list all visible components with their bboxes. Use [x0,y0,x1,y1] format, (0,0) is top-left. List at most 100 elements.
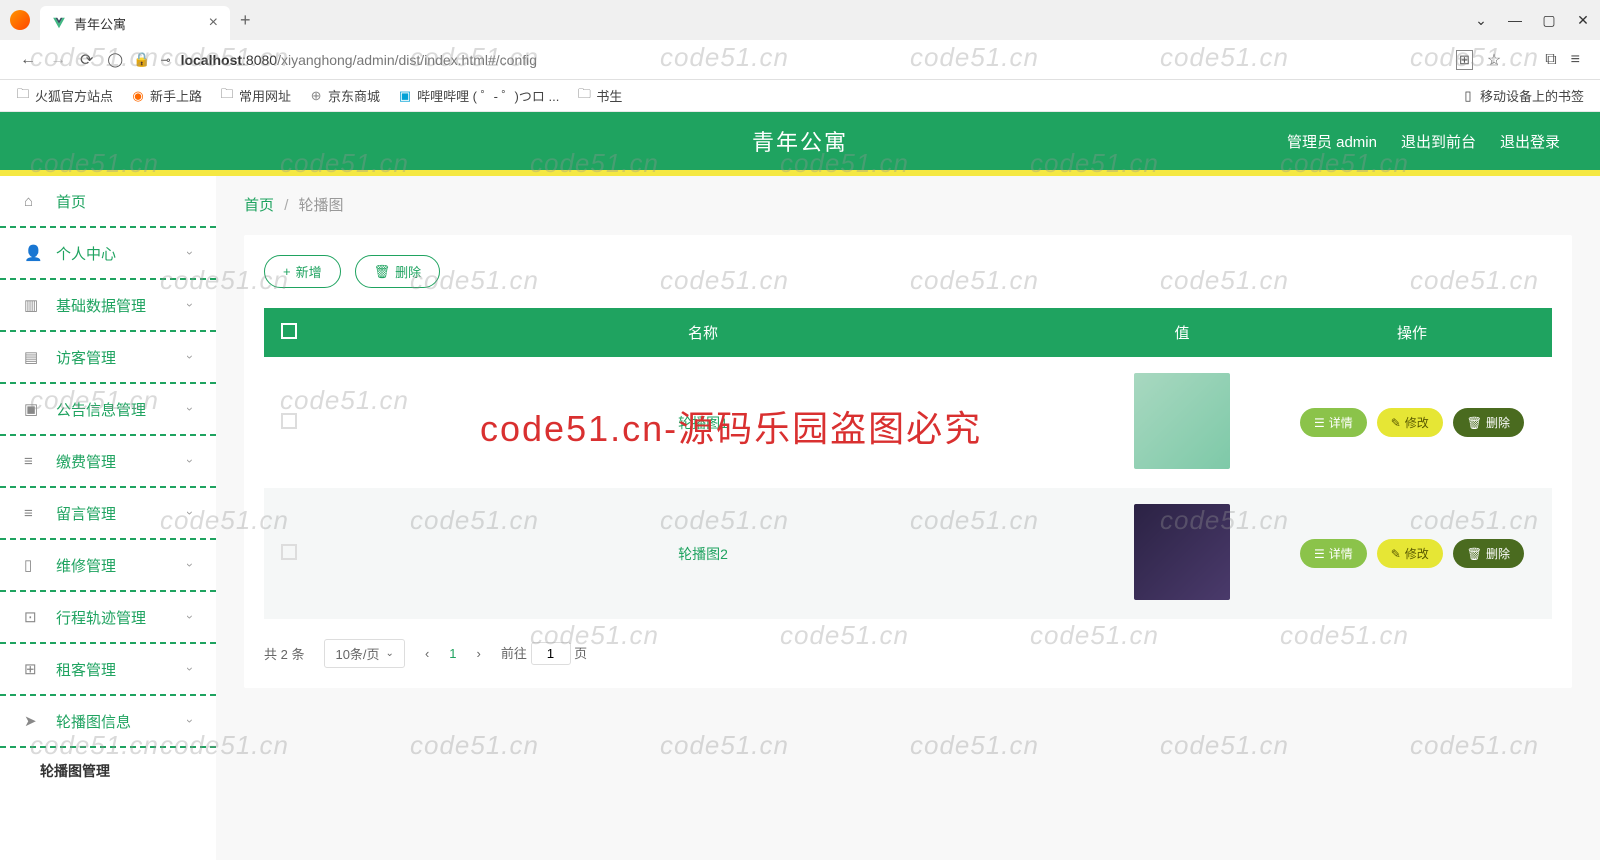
chevron-down-icon: › [183,251,197,255]
content-panel: +新增 🗑删除 名称 值 操作 轮播图1 [244,235,1572,688]
app-title: 青年公寓 [752,125,848,157]
bookmark-item[interactable]: ◉新手上路 [131,86,202,105]
sidebar-item-home[interactable]: ⌂首页 [0,176,216,228]
detail-button[interactable]: ☰详情 [1300,408,1367,437]
tab-close-icon[interactable]: × [209,14,218,32]
prev-page-icon[interactable]: ‹ [425,646,429,661]
data-table: 名称 值 操作 轮播图1 ☰详情 ✎修改 � [264,308,1552,619]
tenant-icon: ⊞ [24,660,42,678]
chevron-down-icon: › [183,563,197,567]
back-icon[interactable]: ← [20,51,36,69]
data-icon: ▥ [24,296,42,314]
row-delete-button[interactable]: 🗑删除 [1453,539,1524,568]
sidebar-item-notice[interactable]: ▣公告信息管理› [0,384,216,436]
sidebar-item-track[interactable]: ⊡行程轨迹管理› [0,592,216,644]
maximize-icon[interactable]: ▢ [1542,12,1556,29]
chevron-down-icon: › [183,667,197,671]
folder-icon: 🗀 [16,89,30,103]
vue-icon [52,16,66,30]
breadcrumb-home[interactable]: 首页 [244,197,274,214]
col-value: 值 [1092,308,1272,357]
tab-title: 青年公寓 [74,14,126,33]
page-total: 共 2 条 [264,644,304,663]
edit-button[interactable]: ✎修改 [1377,408,1443,437]
chevron-down-icon: ⌄ [386,648,394,659]
next-page-icon[interactable]: › [477,646,481,661]
breadcrumb: 首页 / 轮播图 [244,194,1572,215]
logout-link[interactable]: 退出登录 [1500,131,1560,152]
edit-icon: ✎ [1391,416,1401,430]
bookmarks-bar: 🗀火狐官方站点 ◉新手上路 🗀常用网址 ⊕京东商城 ▣哔哩哔哩 ( ゜- ゜)つ… [0,80,1600,112]
bookmark-item[interactable]: ⊕京东商城 [309,86,380,105]
thumbnail-image[interactable] [1134,504,1230,600]
sidebar-item-tenant[interactable]: ⊞租客管理› [0,644,216,696]
row-delete-button[interactable]: 🗑删除 [1453,408,1524,437]
cell-name: 轮播图1 [314,357,1092,488]
bookmark-item[interactable]: 🗀书生 [577,86,622,105]
send-icon: ➤ [24,712,42,730]
exit-front-link[interactable]: 退出到前台 [1401,131,1476,152]
row-checkbox[interactable] [281,544,297,560]
user-icon: 👤 [24,244,42,262]
browser-tab-strip: 青年公寓 × + ⌄ — ▢ ✕ [0,0,1600,40]
sidebar: ⌂首页 👤个人中心› ▥基础数据管理› ▤访客管理› ▣公告信息管理› ≡缴费管… [0,176,216,860]
mobile-icon: ▯ [1461,89,1475,103]
bookmark-item[interactable]: 🗀火狐官方站点 [16,86,113,105]
edit-button[interactable]: ✎修改 [1377,539,1443,568]
detail-button[interactable]: ☰详情 [1300,539,1367,568]
sidebar-item-visitor[interactable]: ▤访客管理› [0,332,216,384]
lock-icon[interactable]: 🔒 [133,51,150,68]
close-window-icon[interactable]: ✕ [1576,12,1590,29]
bookmark-item[interactable]: ▣哔哩哔哩 ( ゜- ゜)つロ ... [398,86,559,105]
forward-icon[interactable]: → [50,51,66,69]
add-button[interactable]: +新增 [264,255,341,288]
minimize-icon[interactable]: — [1508,12,1522,29]
browser-tab[interactable]: 青年公寓 × [40,6,230,40]
cell-name: 轮播图2 [314,488,1092,619]
bookmark-star-icon[interactable]: ☆ [1487,50,1501,70]
repair-icon: ▯ [24,556,42,574]
thumbnail-image[interactable] [1134,373,1230,469]
col-actions: 操作 [1272,308,1552,357]
caret-down-icon[interactable]: ⌄ [1474,12,1488,29]
delete-button[interactable]: 🗑删除 [355,255,441,288]
track-icon: ⊡ [24,608,42,626]
select-all-checkbox[interactable] [281,323,297,339]
main-content: 首页 / 轮播图 +新增 🗑删除 名称 值 操作 [216,176,1600,860]
reload-icon[interactable]: ⟳ [80,50,93,70]
sidebar-item-message[interactable]: ≡留言管理› [0,488,216,540]
qr-icon[interactable]: ⊞ [1456,50,1473,70]
new-tab-button[interactable]: + [240,10,251,31]
sidebar-item-carousel[interactable]: ➤轮播图信息› [0,696,216,748]
sidebar-sub-carousel-manage[interactable]: 轮播图管理 [0,748,216,794]
window-controls: ⌄ — ▢ ✕ [1474,12,1590,29]
extensions-icon[interactable]: ⧉ [1545,51,1556,69]
goto-page-input[interactable] [531,642,571,665]
admin-label[interactable]: 管理员 admin [1287,131,1377,152]
table-row: 轮播图1 ☰详情 ✎修改 🗑删除 [264,357,1552,488]
home-icon: ⌂ [24,193,42,210]
sidebar-item-repair[interactable]: ▯维修管理› [0,540,216,592]
page-size-select[interactable]: 10条/页⌄ [324,639,404,668]
trash-icon: 🗑 [1467,416,1482,430]
plus-icon: + [283,264,291,279]
chevron-down-icon: › [183,459,197,463]
message-icon: ≡ [24,505,42,522]
folder-icon: 🗀 [220,89,234,103]
sidebar-item-basedata[interactable]: ▥基础数据管理› [0,280,216,332]
page-number[interactable]: 1 [449,646,456,661]
shield-icon[interactable]: ◯ [107,51,123,68]
chevron-down-icon: › [183,719,197,723]
sidebar-item-profile[interactable]: 👤个人中心› [0,228,216,280]
table-row: 轮播图2 ☰详情 ✎修改 🗑删除 [264,488,1552,619]
doc-icon: ☰ [1314,547,1325,561]
breadcrumb-current: 轮播图 [299,197,344,214]
mobile-bookmarks[interactable]: ▯移动设备上的书签 [1461,86,1584,105]
sidebar-item-payment[interactable]: ≡缴费管理› [0,436,216,488]
row-checkbox[interactable] [281,413,297,429]
bookmark-item[interactable]: 🗀常用网址 [220,86,291,105]
url-bar[interactable]: ◯ 🔒 ⊸ localhost:8080/xiyanghong/admin/di… [107,51,1442,68]
permission-icon: ⊸ [161,53,171,67]
doc-icon: ☰ [1314,416,1325,430]
menu-icon[interactable]: ≡ [1571,51,1580,69]
